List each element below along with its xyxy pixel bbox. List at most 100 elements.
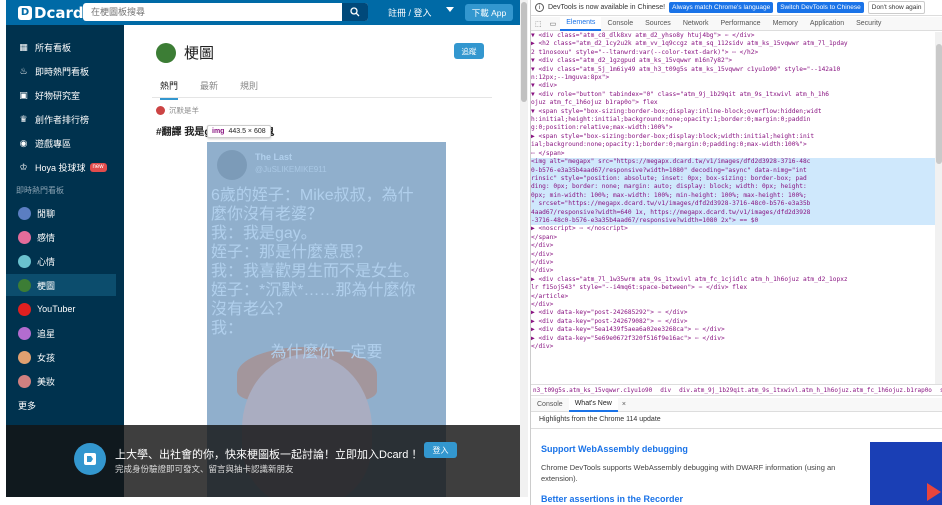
dom-node-line[interactable]: g:0;position:relative;max-width:100%"> <box>531 124 935 132</box>
search-input[interactable] <box>83 7 342 17</box>
breadcrumb-item[interactable]: div.atm_9j_1b29qit.atm_9s_1txwivl.atm_h_… <box>679 387 932 394</box>
sidebar-item-games[interactable]: ◉ 遊戲專區 <box>6 132 116 154</box>
tab-elements[interactable]: Elements <box>560 16 602 31</box>
dom-node-line[interactable]: ▼ <div> <box>531 82 935 90</box>
inspect-element-icon[interactable]: ⬚ <box>531 20 546 28</box>
tab-application[interactable]: Application <box>804 17 850 31</box>
youtube-icon <box>18 302 31 316</box>
dom-node-line[interactable]: </article> <box>531 293 935 301</box>
dom-tree-scrollbar-thumb[interactable] <box>936 44 942 164</box>
dcard-logo[interactable]: D Dcard <box>18 4 84 22</box>
dont-show-again-button[interactable]: Don't show again <box>867 1 926 14</box>
dom-node-line[interactable]: n:12px;--1mguva:8px"> <box>531 74 935 82</box>
switch-to-chinese-button[interactable]: Switch DevTools to Chinese <box>777 2 864 13</box>
device-toolbar-icon[interactable]: ▭ <box>546 20 561 28</box>
dom-node-line[interactable]: " srcset="https://megapx.dcard.tw/v1/ima… <box>531 200 935 209</box>
tab-memory[interactable]: Memory <box>767 17 804 31</box>
inspect-tooltip: img 443.5 × 608 <box>207 125 271 138</box>
search-button[interactable] <box>342 3 368 21</box>
close-icon[interactable]: × <box>618 401 630 408</box>
breadcrumb-item[interactable]: div <box>660 387 671 394</box>
dom-node-line[interactable]: </div> <box>531 251 935 259</box>
sidebar-board-makeup[interactable]: 美妝 <box>6 370 116 392</box>
video-thumbnail[interactable] <box>870 442 942 505</box>
sidebar-board-mood[interactable]: 心情 <box>6 250 116 272</box>
dom-node-line[interactable]: ▶ <div data-key="5e69e0672f320f516f9e16a… <box>531 335 935 343</box>
dom-node-line[interactable]: lr f15oj543" style="--i4mq6t:space-betwe… <box>531 284 935 292</box>
dom-node-line[interactable]: ▶ <div data-key="5ea1439f5aea6a02ee3268c… <box>531 326 935 334</box>
grid-icon: ▦ <box>19 41 28 52</box>
dom-node-line[interactable]: ▶ <noscript> ⋯ </noscript> <box>531 225 935 233</box>
sidebar-item-hoya[interactable]: ♔ Hoya 投球球 new <box>6 156 116 178</box>
dom-node-line[interactable]: ▼ <span style="box-sizing:border-box;dis… <box>531 108 935 116</box>
dom-node-line[interactable]: -3716-48c0-b576-e3a35b4aad67/responsive?… <box>531 216 935 226</box>
dom-node-line[interactable]: ojuz atm_fc_1h6ojuz b1rap0o"> flex <box>531 99 935 107</box>
dom-node-line[interactable]: 0-b576-e3a35b4aad67/responsive?width=108… <box>531 166 935 175</box>
author-name: 沉默是羊 <box>169 106 199 115</box>
dom-node-line[interactable]: ▼ <div class="atm_d2_1gzgpud atm_ks_15vq… <box>531 57 935 65</box>
dom-node-line[interactable]: ding: 0px; border: none; margin: auto; d… <box>531 183 935 192</box>
sidebar-item-creator-ranking[interactable]: ♛ 創作者排行榜 <box>6 108 116 130</box>
whats-new-title-recorder[interactable]: Better assertions in the Recorder <box>541 494 683 504</box>
always-match-language-button[interactable]: Always match Chrome's language <box>669 2 774 13</box>
dom-node-line[interactable]: ▼ <div class="atm_c8_dlk8xv atm_d2_yhso8… <box>531 32 935 40</box>
tab-network[interactable]: Network <box>677 17 715 31</box>
dom-node-line[interactable]: ▶ <h2 class="atm_d2_1cy2u2k atm_vv_1q9cc… <box>531 40 935 48</box>
dom-node-line[interactable]: ▶ <div data-key="post-242679082"> ⋯ </di… <box>531 318 935 326</box>
sidebar-board-relationship[interactable]: 感情 <box>6 226 116 248</box>
dom-node-line[interactable]: ▶ <span style="box-sizing:border-box;dis… <box>531 133 935 141</box>
dom-node-line[interactable]: ial;background:none;opacity:1;border:0;m… <box>531 141 935 149</box>
dom-node-line[interactable]: </div> <box>531 301 935 309</box>
sidebar-item-all-boards[interactable]: ▦ 所有看板 <box>6 36 116 58</box>
sidebar-more-link[interactable]: 更多 <box>6 394 116 416</box>
dom-node-line[interactable]: 0px; min-width: 100%; max-width: 100%; m… <box>531 191 935 201</box>
sidebar-board-girls[interactable]: 女孩 <box>6 346 116 368</box>
dom-node-line[interactable]: rinsic" style="position: absolute; inset… <box>531 174 935 184</box>
dom-node-line[interactable]: ▼ <div role="button" tabindex="0" class=… <box>531 91 935 99</box>
dom-tree-scrollbar[interactable] <box>935 32 942 384</box>
dom-node-line[interactable]: <img alt="megapx" src="https://megapx.dc… <box>531 158 935 167</box>
dom-node-line[interactable]: 4aad67/responsive?width=640 1x, https://… <box>531 208 935 217</box>
tab-performance[interactable]: Performance <box>715 17 767 31</box>
devtools-tabbar: ⬚ ▭ Elements Console Sources Network Per… <box>531 16 942 31</box>
download-app-button[interactable]: 下載 App <box>465 4 513 21</box>
dom-node-line[interactable]: ▶ <div data-key="post-242685292"> ⋯ </di… <box>531 309 935 317</box>
sidebar-item-label: 好物研究室 <box>35 90 81 101</box>
dinosaur-icon <box>156 42 176 63</box>
banner-login-button[interactable]: 登入 <box>424 442 457 458</box>
dom-node-line[interactable]: </div> <box>531 343 935 351</box>
page-scrollbar-thumb[interactable] <box>521 2 527 102</box>
sidebar-board-idol[interactable]: 追星 <box>6 322 116 344</box>
page-scrollbar[interactable] <box>520 0 528 497</box>
sidebar-board-meme[interactable]: 梗圖 <box>6 274 116 296</box>
follow-button[interactable]: 追蹤 <box>454 43 484 59</box>
drawer-tab-whats-new[interactable]: What's New <box>568 397 618 412</box>
sidebar-item-label: YouTuber <box>37 304 76 314</box>
sidebar-item-goods-lab[interactable]: ▣ 好物研究室 <box>6 84 116 106</box>
tab-sources[interactable]: Sources <box>639 17 677 31</box>
sidebar-item-label: 梗圖 <box>37 280 56 291</box>
post-author[interactable]: 沉默是羊 <box>156 105 199 116</box>
whats-new-title-webassembly[interactable]: Support WebAssembly debugging <box>541 444 688 454</box>
search-icon <box>350 7 360 17</box>
chevron-down-icon[interactable] <box>446 7 454 12</box>
dom-node-line[interactable]: ⋯ </span> <box>531 150 935 158</box>
tab-security[interactable]: Security <box>850 17 887 31</box>
sidebar-board-youtuber[interactable]: YouTuber <box>6 298 116 320</box>
dom-node-line[interactable]: 2 t1nosoxu" style="--ltanwrd:var(--color… <box>531 49 935 57</box>
sidebar-item-label: 美妝 <box>37 376 56 387</box>
dom-node-line[interactable]: ▼ <div class="atm_5j_1m6iy49 atm_h3_t09g… <box>531 66 935 74</box>
dom-node-line[interactable]: ▶ <div class="atm_7l_1w35wrm atm_9s_1txw… <box>531 276 935 284</box>
sidebar-item-hot-boards[interactable]: ♨ 即時熱門看板 <box>6 60 116 82</box>
dom-node-line[interactable]: </div> <box>531 259 935 267</box>
dom-node-line[interactable]: h:initial;height:initial;background:none… <box>531 116 935 124</box>
dom-node-line[interactable]: </div> <box>531 242 935 250</box>
drawer-tab-console[interactable]: Console <box>531 398 569 412</box>
tab-console[interactable]: Console <box>601 17 639 31</box>
breadcrumb-item[interactable]: n3_t09g5s.atm_ks_15vqwwr.c1yu1o90 <box>533 387 652 394</box>
dom-node-line[interactable]: </span> <box>531 234 935 242</box>
sidebar-board-chat[interactable]: 閒聊 <box>6 202 116 224</box>
tweet-line: 麼你沒有老婆？ <box>211 206 324 223</box>
dom-node-line[interactable]: </div> <box>531 267 935 275</box>
register-login-link[interactable]: 註冊 / 登入 <box>388 6 432 19</box>
